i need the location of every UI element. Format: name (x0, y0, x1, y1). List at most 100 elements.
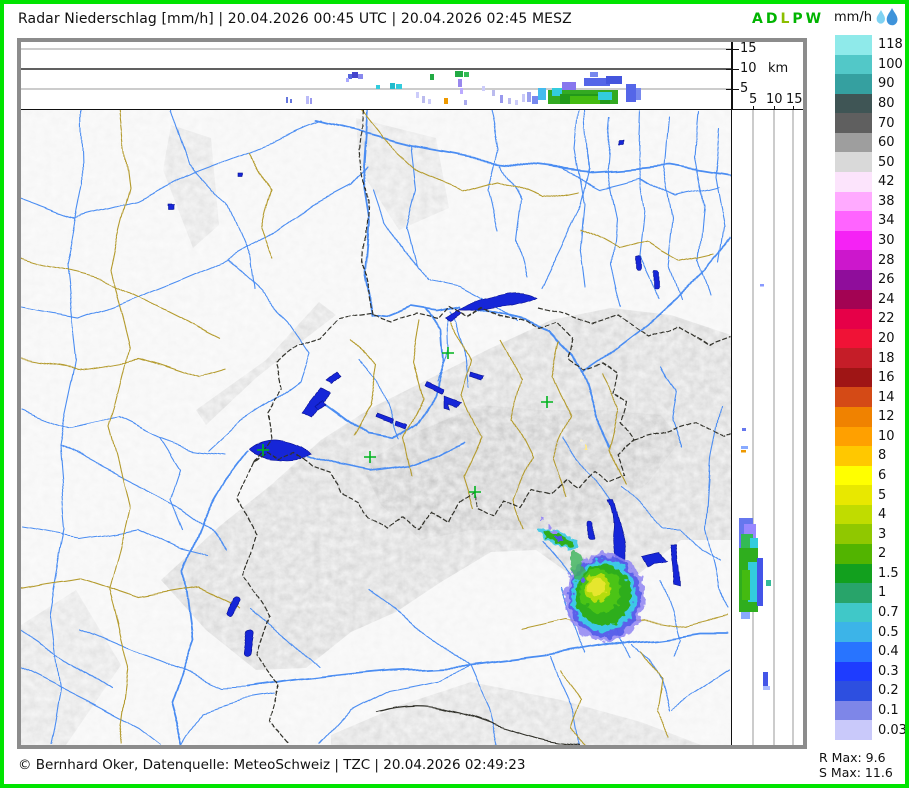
legend-entry: 30 (835, 230, 905, 251)
legend-swatch (835, 661, 872, 682)
legend-swatch (835, 641, 872, 662)
legend-swatch (835, 132, 872, 153)
legend-swatch (835, 387, 872, 407)
legend-entry: 0.5 (835, 622, 905, 642)
legend-value-label: 1 (878, 585, 887, 601)
legend-entry: 0.4 (835, 641, 905, 662)
legend-swatch (835, 563, 872, 584)
legend-swatch (835, 700, 872, 721)
legend-swatch (835, 446, 872, 466)
legend-value-label: 0.2 (878, 683, 899, 699)
legend-value-label: 28 (878, 252, 895, 268)
station-letter-d: D (765, 11, 778, 27)
legend-swatch (835, 172, 872, 192)
altitude-label-15: 15 (740, 41, 757, 56)
legend-value-label: 20 (878, 330, 895, 346)
legend-value-label: 30 (878, 233, 895, 249)
legend-swatch (835, 54, 872, 75)
legend-swatch (835, 524, 872, 545)
legend-value-label: 4 (878, 507, 887, 523)
legend-entry: 70 (835, 113, 905, 133)
legend-swatch (835, 211, 872, 231)
legend-entry: 80 (835, 93, 905, 114)
legend-entry: 20 (835, 328, 905, 349)
legend-entry: 5 (835, 485, 905, 505)
legend-swatch (835, 720, 872, 740)
legend-swatch (835, 348, 872, 368)
legend-swatch (835, 544, 872, 564)
legend-entry: 2 (835, 544, 905, 564)
station-letter-p: P (792, 11, 803, 27)
altitude-tick-15 (726, 48, 739, 50)
legend-swatch (835, 309, 872, 329)
legend-entry: 14 (835, 387, 905, 407)
legend-entry: 50 (835, 152, 905, 173)
radar-station-status: ADLPW (752, 11, 824, 27)
legend-value-label: 0.03 (878, 722, 907, 738)
legend-value-label: 22 (878, 311, 895, 327)
precipitation-legend: 118 100 90 80 70 60 50 42 38 34 30 28 26 24 22 20 18 16 14… (835, 35, 907, 740)
distance-label-10: 10 (766, 92, 783, 107)
station-letter-w: W (805, 11, 822, 27)
distance-label-5: 5 (749, 92, 758, 107)
legend-entry: 22 (835, 309, 905, 329)
legend-entry: 8 (835, 446, 905, 466)
legend-swatch (835, 681, 872, 701)
legend-entry: 6 (835, 465, 905, 486)
legend-entry: 42 (835, 172, 905, 192)
legend-value-label: 0.3 (878, 663, 899, 679)
r-max-value: R Max: 9.6 (819, 750, 886, 765)
legend-value-label: 3 (878, 526, 887, 542)
altitude-label-10: 10 (740, 61, 757, 76)
legend-value-label: 1.5 (878, 565, 899, 581)
station-letter-a: A (752, 11, 763, 27)
legend-unit-label: mm/h (834, 10, 872, 25)
legend-value-label: 118 (878, 37, 903, 53)
legend-entry: 118 (835, 35, 905, 55)
legend-swatch (835, 93, 872, 114)
legend-value-label: 80 (878, 96, 895, 112)
legend-value-label: 34 (878, 213, 895, 229)
legend-swatch (835, 113, 872, 133)
legend-swatch (835, 152, 872, 173)
legend-value-label: 0.1 (878, 702, 899, 718)
legend-entry: 26 (835, 269, 905, 290)
legend-entry: 34 (835, 211, 905, 231)
legend-entry: 12 (835, 406, 905, 427)
legend-entry: 18 (835, 348, 905, 368)
radar-map (21, 110, 731, 745)
distance-label-15: 15 (786, 92, 803, 107)
legend-swatch (835, 250, 872, 270)
legend-swatch (835, 622, 872, 642)
copyright-text: © Bernhard Oker, Datenquelle: MeteoSchwe… (18, 757, 526, 773)
legend-entry: 0.7 (835, 602, 905, 623)
altitude-unit-label: km (768, 61, 789, 76)
legend-entry: 0.2 (835, 681, 905, 701)
legend-swatch (835, 485, 872, 505)
legend-value-label: 0.5 (878, 624, 899, 640)
legend-value-label: 42 (878, 174, 895, 190)
legend-value-label: 60 (878, 135, 895, 151)
legend-value-label: 0.4 (878, 644, 899, 660)
legend-value-label: 24 (878, 291, 895, 307)
radar-app-window: Radar Niederschlag [mm/h] | 20.04.2026 0… (0, 0, 909, 788)
legend-entry: 1.5 (835, 563, 905, 584)
legend-entry: 16 (835, 367, 905, 388)
legend-swatch (835, 230, 872, 251)
legend-swatch (835, 367, 872, 388)
legend-value-label: 18 (878, 350, 895, 366)
profile-top-strip (21, 42, 733, 110)
legend-value-label: 14 (878, 389, 895, 405)
legend-swatch (835, 602, 872, 623)
radar-plot-frame: 15 10 5 km 5 10 15 (17, 38, 807, 749)
legend-entry: 0.03 (835, 720, 907, 740)
s-max-value: S Max: 11.6 (819, 765, 893, 780)
legend-value-label: 50 (878, 154, 895, 170)
legend-swatch (835, 269, 872, 290)
legend-value-label: 100 (878, 56, 903, 72)
legend-entry: 0.1 (835, 700, 905, 721)
legend-value-label: 12 (878, 409, 895, 425)
legend-entry: 60 (835, 132, 905, 153)
legend-entry: 4 (835, 504, 905, 525)
legend-value-label: 10 (878, 428, 895, 444)
